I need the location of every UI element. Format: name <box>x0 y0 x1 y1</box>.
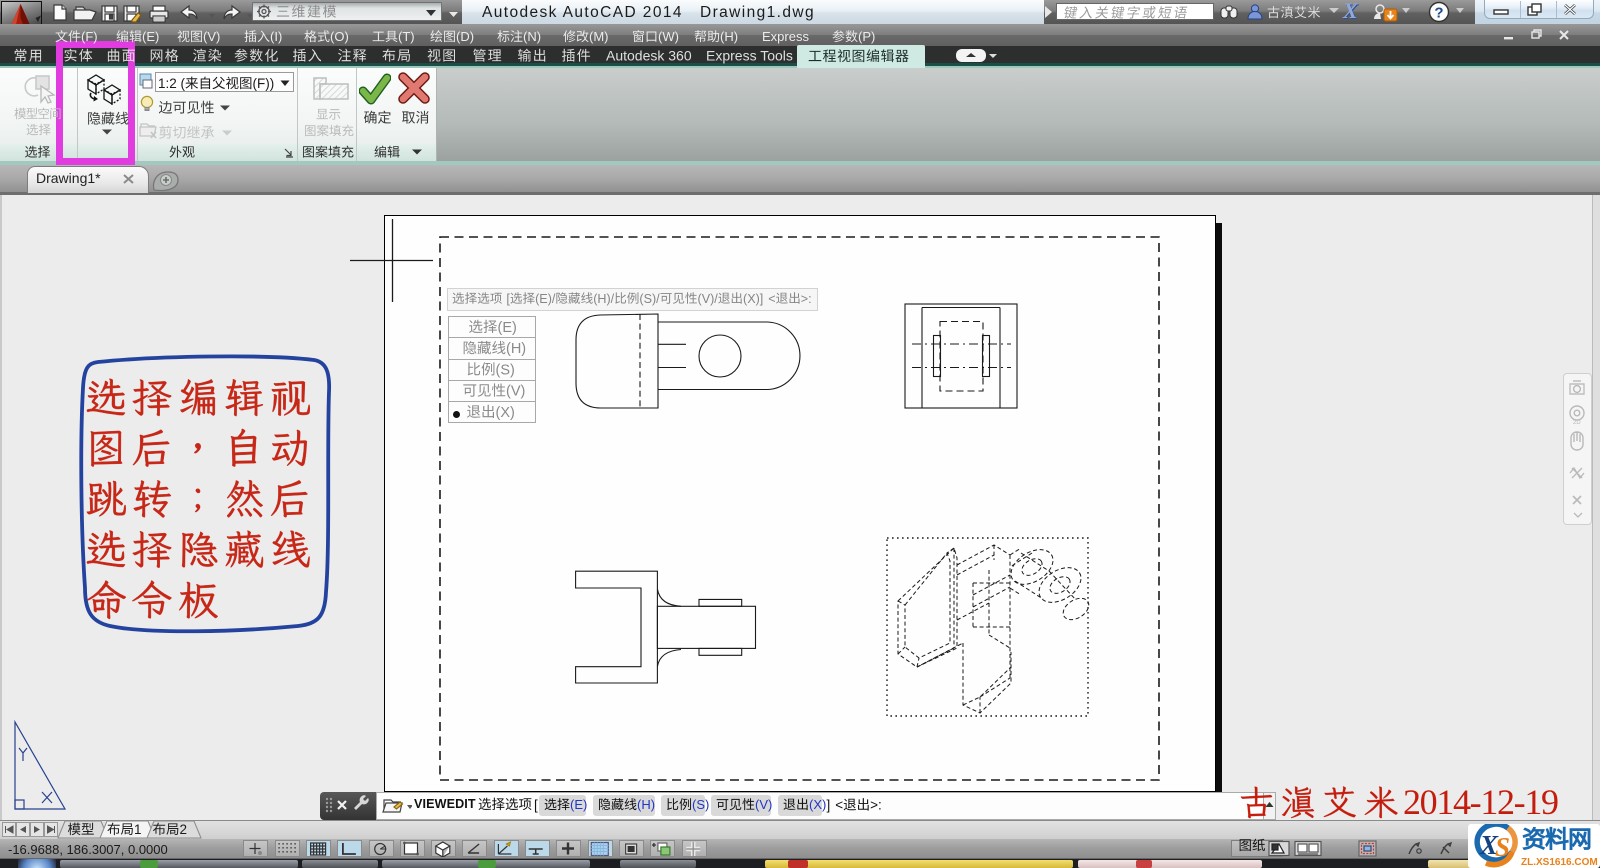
svg-text:ZL.XS1616.COM: ZL.XS1616.COM <box>1521 857 1598 868</box>
svg-text:X: X <box>1342 1 1359 23</box>
svg-text:2D: 2D <box>1573 420 1581 426</box>
svg-text:2014-12-19: 2014-12-19 <box>1403 782 1559 822</box>
svg-text:S: S <box>1495 832 1510 862</box>
svg-text:?: ? <box>1434 5 1443 22</box>
